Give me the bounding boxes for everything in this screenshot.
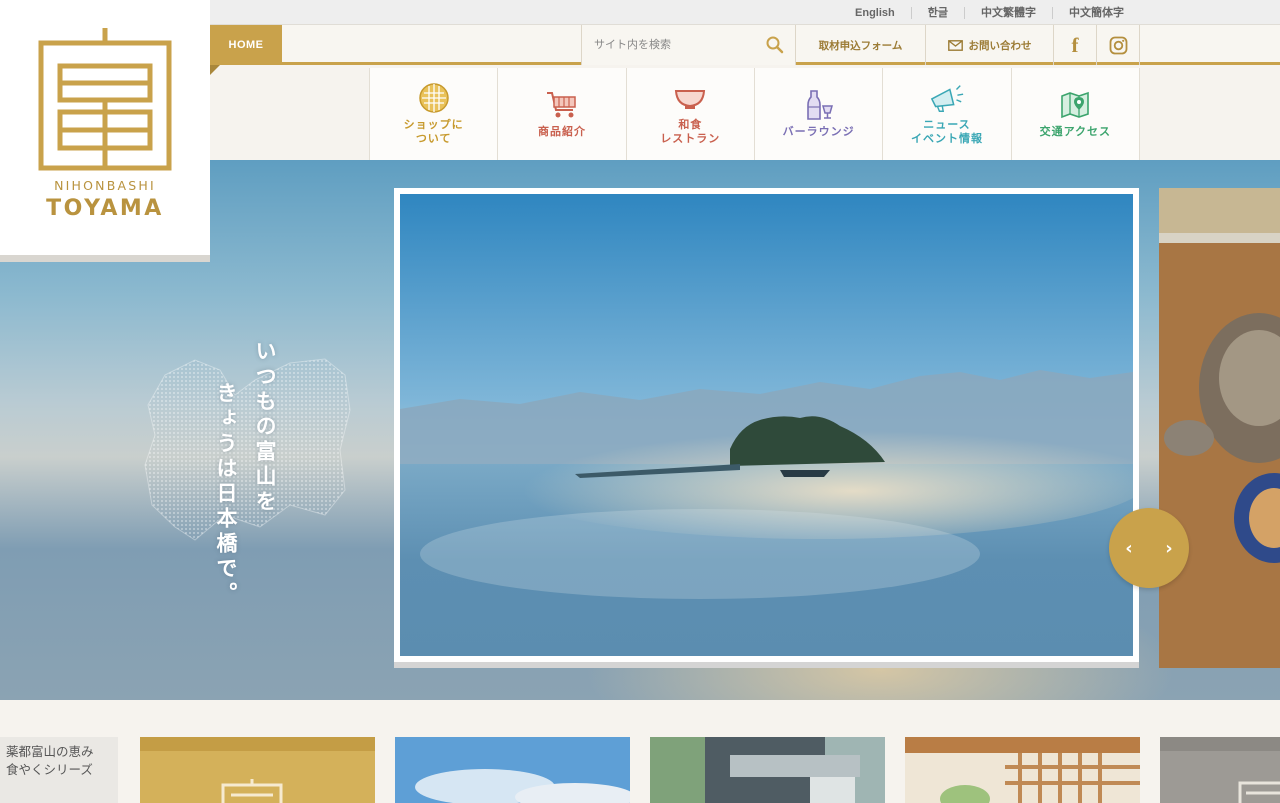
lang-simp-chinese-link[interactable]: 中文簡体字	[1052, 6, 1140, 19]
banner-photo-sky	[395, 737, 630, 803]
mail-icon	[947, 39, 963, 51]
instagram-link[interactable]	[1097, 25, 1140, 65]
nav-label-access: 交通アクセス	[1039, 125, 1112, 138]
toyama-map-icon	[144, 358, 351, 541]
search-icon[interactable]	[765, 35, 785, 55]
megaphone-icon	[929, 82, 965, 114]
press-form-label: 取材申込フォーム	[818, 39, 903, 52]
language-list: English 한글 中文繁體字 中文簡体字	[839, 0, 1140, 25]
main-nav: ショップに ついて 商品紹介 和食 レストラン バーラウンジ ニュース イベント…	[369, 68, 1140, 160]
slider-controls: ‹ ›	[1109, 508, 1189, 588]
site-logo[interactable]: NIHONBASHI TOYAMA	[0, 0, 210, 262]
banner-card-shop[interactable]	[140, 737, 375, 803]
logo-title: TOYAMA	[46, 196, 164, 221]
hero-tagline-line1: いつもの富山を	[253, 340, 277, 515]
hero-tagline-line2: きょうは日本橋で。	[214, 382, 238, 607]
banner-card-sky[interactable]	[395, 737, 630, 803]
toyama-kanji-logo-icon	[38, 28, 172, 171]
nav-label-products: 商品紹介	[537, 125, 586, 138]
banner-yakuto-label: 薬都富山の恵み 食やくシリーズ	[6, 744, 94, 777]
bottle-icon	[801, 89, 837, 121]
nav-item-bar-lounge[interactable]: バーラウンジ	[754, 68, 884, 160]
home-tab[interactable]: HOME	[210, 25, 282, 65]
search-input[interactable]	[582, 25, 762, 63]
press-form-link[interactable]: 取材申込フォーム	[796, 25, 926, 65]
site-search	[581, 25, 796, 65]
instagram-icon	[1109, 36, 1127, 54]
banner-photo-logo-grey	[1160, 737, 1280, 803]
nav-item-products[interactable]: 商品紹介	[498, 68, 627, 160]
language-bar: English 한글 中文繁體字 中文簡体字	[210, 0, 1280, 25]
lang-korean-link[interactable]: 한글	[910, 6, 964, 19]
lang-english-link[interactable]: English	[839, 7, 911, 19]
next-slide-preview[interactable]	[1159, 188, 1280, 668]
banner-photo-logo-gold	[140, 737, 375, 803]
logo-subtitle: NIHONBASHI	[54, 178, 156, 193]
main-slide[interactable]	[394, 188, 1139, 668]
nav-label-about-shop: ショップに ついて	[403, 118, 464, 145]
facebook-icon: f	[1071, 32, 1079, 57]
lang-trad-chinese-link[interactable]: 中文繁體字	[964, 6, 1052, 19]
utility-bar: HOME 取材申込フォーム お問い合わせ f	[210, 25, 1280, 65]
banner-card-building[interactable]	[650, 737, 885, 803]
nav-label-bar-lounge: バーラウンジ	[782, 125, 855, 138]
bowl-icon	[672, 82, 708, 114]
facebook-link[interactable]: f	[1054, 25, 1097, 65]
slide-photo-bay-island	[400, 194, 1133, 656]
banner-photo-building	[650, 737, 885, 803]
nav-label-news-events: ニュース イベント情報	[910, 118, 983, 145]
globe-icon	[416, 82, 452, 114]
nav-item-news-events[interactable]: ニュース イベント情報	[883, 68, 1012, 160]
slider-next-button[interactable]: ›	[1149, 508, 1189, 588]
banner-photo-interior	[905, 737, 1140, 803]
banner-card-logo[interactable]	[1160, 737, 1280, 803]
nav-label-restaurant: 和食 レストラン	[660, 118, 721, 145]
nav-item-access[interactable]: 交通アクセス	[1011, 68, 1140, 160]
slider-prev-button[interactable]: ‹	[1109, 508, 1149, 588]
nav-item-about-shop[interactable]: ショップに ついて	[370, 68, 499, 160]
home-tab-fold	[210, 65, 220, 75]
slide-photo-food-preview	[1159, 188, 1280, 668]
map-icon	[1057, 89, 1093, 121]
contact-link[interactable]: お問い合わせ	[926, 25, 1054, 65]
nav-item-restaurant[interactable]: 和食 レストラン	[626, 68, 755, 160]
contact-label: お問い合わせ	[968, 39, 1032, 52]
cart-icon	[544, 89, 580, 121]
banner-card-interior[interactable]	[905, 737, 1140, 803]
banner-yakuto-series[interactable]: 薬都富山の恵み 食やくシリーズ	[0, 737, 118, 803]
